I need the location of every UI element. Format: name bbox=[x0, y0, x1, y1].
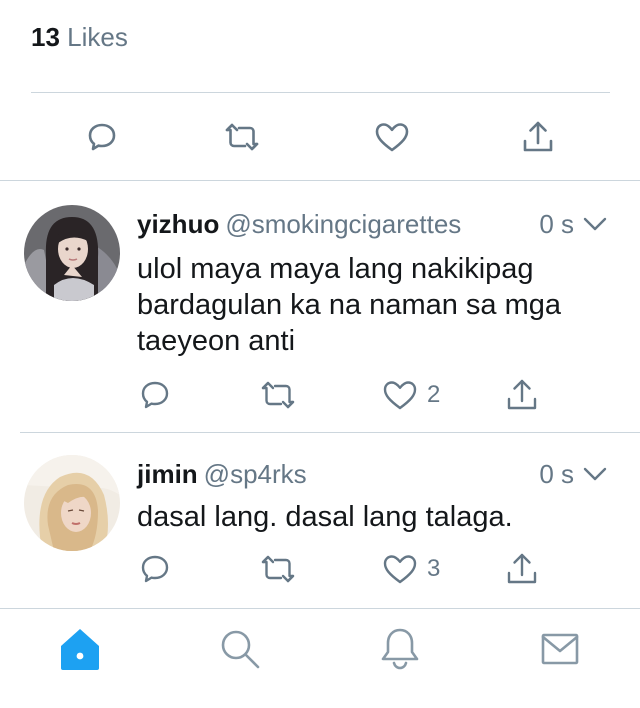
display-name[interactable]: yizhuo bbox=[137, 209, 219, 239]
like-count: 3 bbox=[427, 555, 441, 582]
tab-home[interactable] bbox=[56, 625, 104, 673]
retweet-icon bbox=[261, 381, 295, 409]
likes-text[interactable]: 13 Likes bbox=[31, 22, 128, 53]
home-icon bbox=[61, 629, 99, 670]
display-name[interactable]: jimin bbox=[137, 459, 198, 489]
messages-icon bbox=[541, 633, 579, 665]
share-icon bbox=[507, 553, 537, 584]
retweet-button[interactable] bbox=[259, 377, 297, 413]
share-button[interactable] bbox=[505, 551, 539, 587]
tweet-text: ulol maya maya lang nakikipag bardagulan… bbox=[137, 253, 562, 357]
retweet-icon bbox=[225, 123, 259, 151]
reply-tweet[interactable]: jimin @sp4rks 0 s dasal lang. dasal lang … bbox=[0, 433, 640, 608]
timestamp: 0 s bbox=[539, 209, 574, 239]
share-button[interactable] bbox=[518, 117, 558, 157]
timestamp: 0 s bbox=[539, 459, 574, 489]
reply-icon bbox=[141, 555, 169, 583]
like-count: 2 bbox=[427, 381, 441, 408]
share-icon bbox=[523, 121, 553, 152]
reply-icon bbox=[141, 381, 169, 409]
likes-summary[interactable]: 13 Likes bbox=[0, 0, 640, 92]
tweet-header: jimin @sp4rks 0 s bbox=[137, 459, 640, 493]
retweet-button[interactable] bbox=[222, 117, 262, 157]
like-icon bbox=[375, 123, 409, 152]
like-icon bbox=[383, 555, 417, 584]
tab-search[interactable] bbox=[216, 625, 264, 673]
reply-button[interactable] bbox=[137, 551, 173, 587]
likes-count: 13 bbox=[31, 22, 60, 52]
chevron-down-icon[interactable] bbox=[582, 465, 608, 483]
reply-tweet[interactable]: yizhuo @smokingcigarettes 0 s ulol maya m… bbox=[0, 181, 640, 432]
likes-label: Likes bbox=[67, 22, 128, 52]
like-icon bbox=[383, 381, 417, 410]
tab-notifications[interactable] bbox=[376, 625, 424, 673]
tweet-text: dasal lang. dasal lang talaga. bbox=[137, 501, 513, 533]
tweet-header: yizhuo @smokingcigarettes 0 s bbox=[137, 209, 640, 243]
like-button[interactable]: 2 bbox=[381, 377, 440, 413]
tab-messages[interactable] bbox=[536, 625, 584, 673]
like-button[interactable] bbox=[372, 117, 412, 157]
retweet-button[interactable] bbox=[259, 551, 297, 587]
reply-button[interactable] bbox=[137, 377, 173, 413]
reply-icon bbox=[88, 123, 116, 151]
chevron-down-icon[interactable] bbox=[582, 215, 608, 233]
share-button[interactable] bbox=[505, 377, 539, 413]
notifications-icon bbox=[381, 628, 419, 670]
share-icon bbox=[507, 379, 537, 410]
search-icon bbox=[221, 630, 260, 669]
tweet-actions: 3 bbox=[137, 551, 557, 587]
handle[interactable]: @smokingcigarettes bbox=[225, 209, 461, 239]
tab-bar bbox=[0, 608, 640, 708]
reply-button[interactable] bbox=[82, 117, 122, 157]
like-button[interactable]: 3 bbox=[381, 551, 440, 587]
retweet-icon bbox=[261, 555, 295, 583]
main-tweet-actions bbox=[0, 93, 640, 180]
avatar[interactable] bbox=[24, 455, 120, 551]
avatar[interactable] bbox=[24, 205, 120, 301]
tweet-actions: 2 bbox=[137, 377, 557, 413]
handle[interactable]: @sp4rks bbox=[204, 459, 307, 489]
